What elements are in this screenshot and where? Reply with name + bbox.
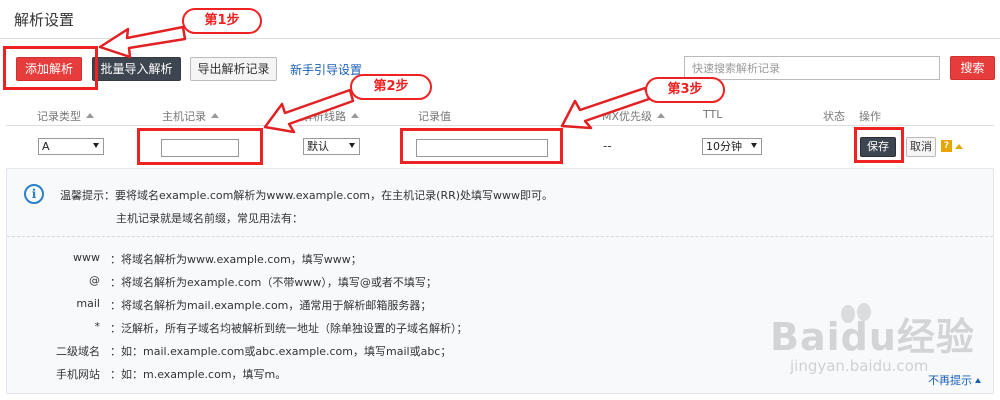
guide-settings-link[interactable]: 新手引导设置 (290, 61, 362, 78)
chevron-down-icon (751, 143, 757, 148)
step1-badge: 第1步 (182, 8, 262, 34)
sort-icon (657, 113, 666, 118)
chevron-down-icon (349, 143, 355, 148)
tips-divider (7, 236, 993, 237)
batch-import-button[interactable]: 批量导入解析 (92, 57, 181, 81)
step1-arrow-icon (98, 25, 187, 59)
example-desc: ：如：m.example.com，填写m。 (110, 368, 287, 381)
header-host[interactable]: 主机记录 (162, 108, 219, 124)
header-status: 状态 (823, 110, 845, 123)
record-type-select[interactable]: A (38, 138, 104, 155)
watermark-brand: Baidu经验 (770, 315, 975, 359)
example-desc: ：如：mail.example.com或abc.example.com，填写ma… (110, 345, 452, 358)
title-divider (0, 38, 1000, 39)
step1-highlight-box (3, 46, 98, 90)
cancel-button[interactable]: 取消 (906, 137, 936, 157)
example-key: 二级域名 (56, 345, 100, 358)
header-mx[interactable]: MX优先级 (602, 108, 666, 124)
sort-icon (86, 113, 94, 118)
save-highlight-box (854, 127, 904, 163)
chevron-down-icon (93, 143, 99, 148)
step2-highlight-box (137, 128, 263, 165)
line-select[interactable]: 默认 (303, 138, 360, 155)
header-line[interactable]: 解析线路 (302, 108, 359, 124)
chevron-up-icon (975, 378, 981, 383)
header-value: 记录值 (418, 110, 451, 123)
collapse-icon[interactable] (955, 144, 963, 149)
info-icon: i (24, 184, 44, 204)
watermark-url: jingyan.baidu.com (790, 357, 929, 375)
tip-line-1: 温馨提示：要将域名example.com解析为www.example.com，在… (60, 189, 554, 202)
example-key: 手机网站 (56, 368, 100, 381)
example-key: @ (89, 274, 100, 287)
header-actions: 操作 (859, 110, 881, 123)
header-divider (6, 125, 994, 126)
step3-highlight-box (400, 128, 563, 164)
export-records-button[interactable]: 导出解析记录 (190, 57, 277, 81)
example-desc: ：将域名解析为example.com（不带www），填写@或者不填写； (110, 276, 437, 289)
help-icon[interactable]: ? (941, 140, 952, 152)
step2-badge: 第2步 (350, 74, 432, 100)
sort-icon (211, 113, 219, 118)
search-button[interactable]: 搜索 (950, 56, 995, 80)
example-desc: ：将域名解析为mail.example.com，通常用于解析邮箱服务器； (110, 299, 432, 312)
search-input[interactable] (684, 56, 940, 80)
dismiss-tips-link[interactable]: 不再提示 (928, 372, 981, 388)
header-record-type[interactable]: 记录类型 (37, 108, 94, 124)
header-ttl: TTL (703, 108, 723, 121)
tip-line-2: 主机记录就是域名前缀，常见用法有： (116, 212, 303, 225)
example-key: mail (76, 297, 100, 310)
ttl-select[interactable]: 10分钟 (702, 138, 762, 155)
mx-priority-value: -- (603, 139, 612, 153)
example-key: www (73, 251, 100, 264)
example-key: * (94, 320, 101, 333)
example-desc: ：将域名解析为www.example.com，填写www； (110, 253, 362, 266)
page-title: 解析设置 (14, 11, 75, 29)
step3-badge: 第3步 (645, 77, 725, 103)
sort-icon (351, 113, 359, 118)
example-desc: ：泛解析，所有子域名均被解析到统一地址（除单独设置的子域名解析）； (110, 322, 468, 335)
